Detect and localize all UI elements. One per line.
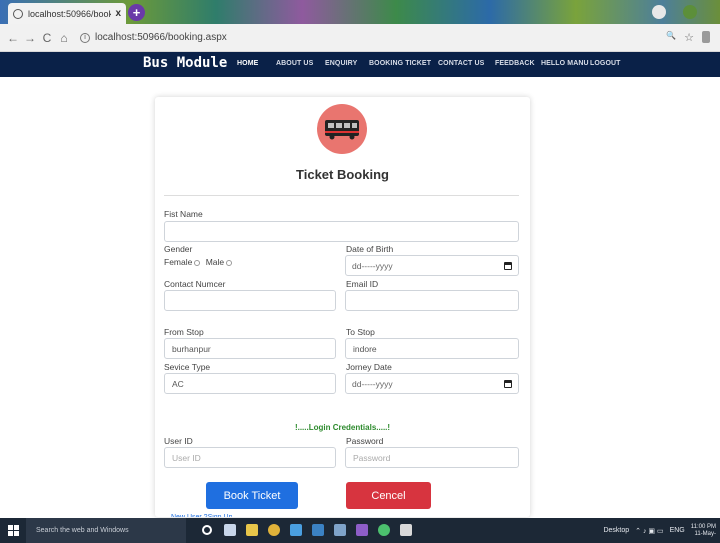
password-label: Password xyxy=(346,436,384,446)
gender-male-radio[interactable] xyxy=(226,259,233,266)
info-icon[interactable]: i xyxy=(80,32,90,43)
browser-toolbar: ← → C ⌂ i localhost:50966/booking.aspx 🔍… xyxy=(0,24,720,52)
address-bar[interactable]: i localhost:50966/booking.aspx xyxy=(80,28,666,48)
browser-tab-strip: localhost:50966/booking.aspx x + xyxy=(0,0,720,24)
first-name-label: Fist Name xyxy=(164,209,203,219)
user-id-input[interactable] xyxy=(164,447,336,468)
windows-start-icon[interactable] xyxy=(8,525,19,536)
nav-home[interactable]: HOME xyxy=(237,60,258,67)
nav-feedback[interactable]: FEEDBACK xyxy=(495,60,535,67)
bus-icon xyxy=(317,104,367,154)
nav-enquiry[interactable]: ENQUIRY xyxy=(325,60,357,67)
back-icon[interactable]: ← xyxy=(6,31,20,45)
service-type-input[interactable] xyxy=(164,373,336,394)
dob-input[interactable]: dd-----yyyy xyxy=(345,255,519,276)
from-stop-label: From Stop xyxy=(164,327,204,337)
app-icon[interactable] xyxy=(224,524,236,536)
contact-input[interactable] xyxy=(164,290,336,311)
home-icon[interactable]: ⌂ xyxy=(57,31,71,45)
brand-logo[interactable]: Bus Module xyxy=(143,55,227,71)
window-control-icon[interactable] xyxy=(683,5,697,19)
user-id-label: User ID xyxy=(164,436,193,446)
app-icon[interactable] xyxy=(312,524,324,536)
journey-date-input[interactable]: dd-----yyyy xyxy=(345,373,519,394)
nav-logout[interactable]: LOGOUT xyxy=(590,60,621,67)
address-url: localhost:50966/booking.aspx xyxy=(95,32,227,43)
tab-close-icon[interactable]: x xyxy=(115,8,121,19)
app-icon[interactable] xyxy=(378,524,390,536)
form-title: Ticket Booking xyxy=(296,167,389,182)
file-explorer-icon[interactable] xyxy=(246,524,258,536)
taskbar-search[interactable]: Search the web and Windows xyxy=(26,518,186,543)
desktop-label[interactable]: Desktop xyxy=(603,527,629,534)
visual-studio-icon[interactable] xyxy=(356,524,368,536)
first-name-input[interactable] xyxy=(164,221,519,242)
service-type-label: Sevice Type xyxy=(164,362,211,372)
app-icon[interactable] xyxy=(334,524,346,536)
clock-time: 11:00 PM xyxy=(690,523,716,530)
to-stop-input[interactable] xyxy=(345,338,519,359)
journey-date-value: dd-----yyyy xyxy=(352,378,393,389)
journey-date-label: Jorney Date xyxy=(346,362,392,372)
login-credentials-heading: !.....Login Credentials.....! xyxy=(294,423,391,432)
app-icon[interactable] xyxy=(290,524,302,536)
tray-icons[interactable]: ⌃ ♪ ▣ ▭ xyxy=(635,527,663,535)
nav-booking-ticket[interactable]: BOOKING TICKET xyxy=(369,60,431,67)
gender-options: Female Male xyxy=(164,257,235,267)
nav-about-us[interactable]: ABOUT US xyxy=(276,60,313,67)
new-tab-button[interactable]: + xyxy=(128,4,145,21)
book-ticket-button[interactable]: Book Ticket xyxy=(206,482,298,509)
chrome-icon[interactable] xyxy=(268,524,280,536)
password-input[interactable] xyxy=(345,447,519,468)
from-stop-input[interactable] xyxy=(164,338,336,359)
contact-label: Contact Numcer xyxy=(164,279,226,289)
email-input[interactable] xyxy=(345,290,519,311)
booking-card: Ticket Booking Fist Name Gender Female M… xyxy=(155,97,530,517)
calendar-icon[interactable] xyxy=(504,261,512,270)
to-stop-label: To Stop xyxy=(346,327,375,337)
system-tray: Desktop ⌃ ♪ ▣ ▭ ENG 11:00 PM 11-May- xyxy=(603,518,716,543)
gender-female-radio[interactable] xyxy=(194,259,201,266)
gender-male-label: Male xyxy=(205,257,225,267)
cortana-icon[interactable] xyxy=(202,525,212,535)
nav-contact-us[interactable]: CONTACT US xyxy=(438,60,484,67)
clock-date: 11-May- xyxy=(694,530,716,537)
email-label: Email ID xyxy=(346,279,379,289)
extension-icon[interactable] xyxy=(702,31,710,43)
gender-female-label: Female xyxy=(164,257,193,267)
tab-title: localhost:50966/booking.aspx xyxy=(28,8,112,19)
dob-value: dd-----yyyy xyxy=(352,260,393,271)
windows-taskbar: Search the web and Windows Desktop ⌃ ♪ ▣… xyxy=(0,518,720,543)
taskbar-search-placeholder: Search the web and Windows xyxy=(36,527,129,534)
zoom-icon[interactable]: 🔍 xyxy=(666,31,676,44)
app-icon[interactable] xyxy=(400,524,412,536)
bookmark-star-icon[interactable]: ☆ xyxy=(684,31,694,44)
calendar-icon[interactable] xyxy=(504,379,512,388)
forward-icon[interactable]: → xyxy=(23,31,37,45)
cancel-button[interactable]: Cencel xyxy=(346,482,431,509)
nav-hello-user[interactable]: HELLO MANU xyxy=(541,60,589,67)
site-navbar: Bus Module HOME ABOUT US ENQUIRY BOOKING… xyxy=(0,52,720,77)
profile-icon[interactable] xyxy=(652,5,666,19)
title-divider xyxy=(164,195,519,196)
language-indicator[interactable]: ENG xyxy=(670,527,685,534)
browser-tab[interactable]: localhost:50966/booking.aspx x xyxy=(8,3,126,24)
reload-icon[interactable]: C xyxy=(40,31,54,45)
gender-label: Gender xyxy=(164,244,193,254)
sign-up-link[interactable]: New User ?Sign Up xyxy=(171,514,232,517)
clock[interactable]: 11:00 PM 11-May- xyxy=(691,524,716,538)
globe-icon xyxy=(13,8,23,19)
dob-label: Date of Birth xyxy=(346,244,394,254)
